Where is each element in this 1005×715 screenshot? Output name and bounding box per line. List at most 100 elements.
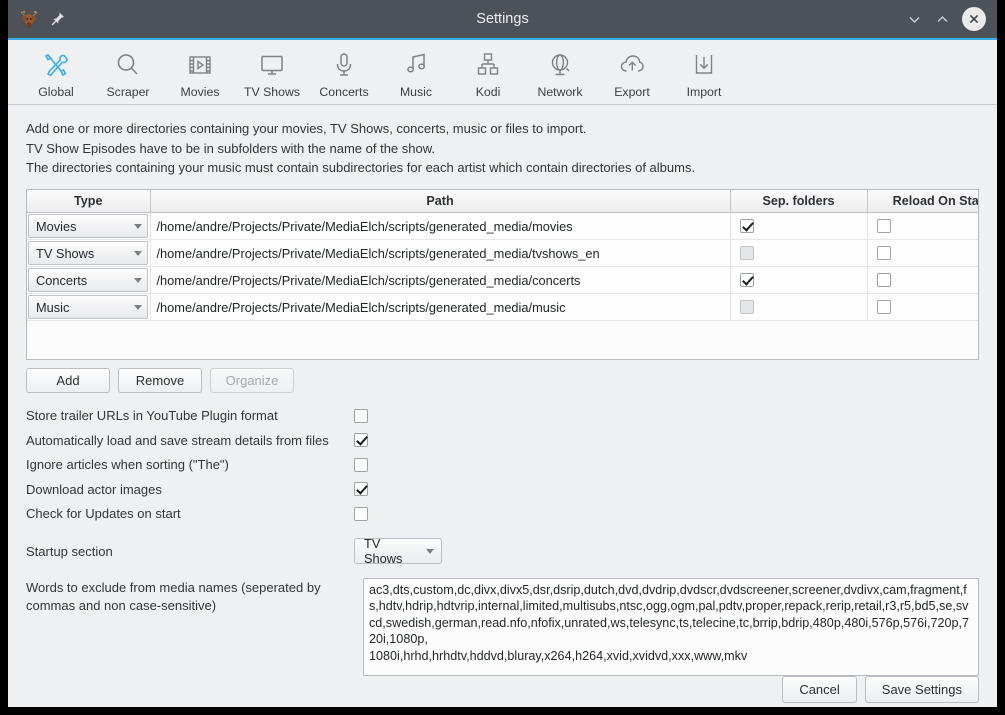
chevron-down-icon [133,250,142,256]
toolbar-item-label: Import [686,85,722,99]
cell-path[interactable]: /home/andre/Projects/Private/MediaElch/s… [150,293,731,321]
toolbar-item-tvshows[interactable]: TV Shows [236,46,308,99]
exclude-words-label: Words to exclude from media names (seper… [26,580,321,613]
settings-window: Settings Global Scraper Movies TV Shows … [8,0,997,707]
option-row-auto-stream-details: Automatically load and save stream detai… [26,428,979,453]
toolbar-item-export[interactable]: Export [596,46,668,99]
type-dropdown-value: TV Shows [36,245,95,261]
toolbar-item-label: Network [537,85,583,99]
column-header-path[interactable]: Path [150,189,731,213]
type-dropdown-value: Music [36,299,70,315]
close-icon[interactable] [962,7,986,31]
startup-section-label: Startup section [26,543,113,559]
option-label: Automatically load and save stream detai… [26,432,329,448]
sep-folders-checkbox[interactable] [739,273,754,287]
toolbar-item-network[interactable]: Network [524,46,596,99]
type-dropdown-value: Concerts [36,272,88,288]
toolbar-item-kodi[interactable]: Kodi [452,46,524,99]
cell-path[interactable]: /home/andre/Projects/Private/MediaElch/s… [150,266,731,294]
reload-on-start-checkbox[interactable] [876,219,891,233]
chevron-down-icon [133,304,142,310]
ignore-articles-checkbox[interactable] [354,457,368,472]
directories-table: Type Path Sep. folders Reload On Start M… [27,189,978,321]
toolbar-item-label: Kodi [475,85,501,99]
path-value: /home/andre/Projects/Private/MediaElch/s… [156,272,581,288]
window-controls [906,7,997,31]
column-header-type[interactable]: Type [27,189,151,213]
moose-head-icon [18,9,40,29]
startup-section-dropdown[interactable]: TV Shows [354,536,442,566]
sep-folders-checkbox [739,300,754,314]
chevron-up-icon[interactable] [934,11,951,28]
toolbar-item-music[interactable]: Music [380,46,452,99]
toolbar-item-scraper[interactable]: Scraper [92,46,164,99]
download-actor-images-checkbox[interactable] [354,482,368,497]
title-bar-left-icons [8,9,66,29]
type-dropdown[interactable]: Music [28,295,148,319]
table-action-buttons: Add Remove Organize [26,367,979,393]
remove-button[interactable]: Remove [118,367,202,393]
auto-stream-details-checkbox[interactable] [354,433,368,448]
pin-icon[interactable] [50,11,66,27]
path-value: /home/andre/Projects/Private/MediaElch/s… [156,245,600,261]
column-header-sep-folders[interactable]: Sep. folders [730,189,868,213]
type-dropdown[interactable]: TV Shows [28,241,148,265]
table-row: Movies /home/andre/Projects/Private/Medi… [27,212,978,240]
option-label: Store trailer URLs in YouTube Plugin for… [26,408,278,424]
cancel-button[interactable]: Cancel [782,676,857,703]
cell-type: Concerts [27,266,151,294]
type-dropdown-value: Movies [36,218,77,234]
description-text: Add one or more directories containing y… [26,119,979,178]
download-box-icon [689,48,719,82]
settings-toolbar: Global Scraper Movies TV Shows Concerts … [8,40,997,105]
cell-reload-on-start [867,293,978,321]
cell-sep-folders [730,266,868,294]
reload-on-start-checkbox[interactable] [876,246,891,260]
startup-section-value: TV Shows [364,536,403,566]
cell-type: Music [27,293,151,321]
options-list: Store trailer URLs in YouTube Plugin for… [26,404,979,527]
toolbar-item-concerts[interactable]: Concerts [308,46,380,99]
toolbar-item-global[interactable]: Global [20,46,92,99]
type-dropdown[interactable]: Movies [28,214,148,238]
sep-folders-checkbox[interactable] [739,219,754,233]
window-title: Settings [476,11,529,27]
toolbar-item-label: TV Shows [243,85,301,99]
exclude-words-row: Words to exclude from media names (seper… [26,578,979,676]
toolbar-item-movies[interactable]: Movies [164,46,236,99]
directories-table-container: Type Path Sep. folders Reload On Start M… [26,188,979,360]
description-line: Add one or more directories containing y… [26,121,587,136]
save-settings-button[interactable]: Save Settings [864,676,979,703]
cell-reload-on-start [867,239,978,267]
toolbar-item-label: Music [399,85,433,99]
cell-sep-folders [730,293,868,321]
chevron-down-icon[interactable] [906,11,923,28]
title-bar: Settings [8,0,997,40]
table-row: Music /home/andre/Projects/Private/Media… [27,293,978,321]
film-icon [185,48,215,82]
cell-path[interactable]: /home/andre/Projects/Private/MediaElch/s… [150,212,731,240]
path-value: /home/andre/Projects/Private/MediaElch/s… [156,299,566,315]
column-header-reload-on-start[interactable]: Reload On Start [867,189,978,213]
cell-path[interactable]: /home/andre/Projects/Private/MediaElch/s… [150,239,731,267]
exclude-words-textarea[interactable]: ac3,dts,custom,dc,divx,divx5,dsr,dsrip,d… [363,578,979,676]
chevron-down-icon [133,277,142,283]
toolbar-item-label: Concerts [319,85,369,99]
toolbar-item-label: Scraper [106,85,150,99]
option-label: Check for Updates on start [26,506,181,522]
chevron-down-icon [426,548,434,554]
toolbar-item-label: Global [38,85,74,99]
sep-folders-checkbox [739,246,754,260]
option-row-download-actor-images: Download actor images [26,477,979,502]
dialog-footer: Cancel Save Settings [26,676,979,707]
type-dropdown[interactable]: Concerts [28,268,148,292]
reload-on-start-checkbox[interactable] [876,273,891,287]
cloud-upload-icon [617,48,647,82]
add-button[interactable]: Add [26,367,110,393]
toolbar-item-import[interactable]: Import [668,46,740,99]
store-trailer-urls-checkbox[interactable] [354,408,368,423]
search-icon [113,48,143,82]
chevron-down-icon [133,223,142,229]
reload-on-start-checkbox[interactable] [876,300,891,314]
check-updates-checkbox[interactable] [354,506,368,521]
